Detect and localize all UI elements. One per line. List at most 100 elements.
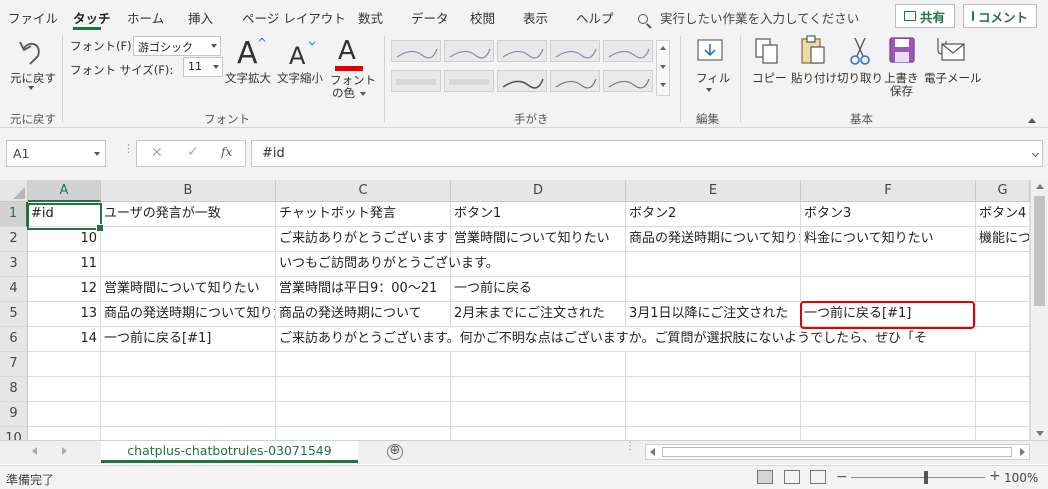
pen-4[interactable] bbox=[550, 40, 600, 62]
add-sheet-icon[interactable]: ⊕ bbox=[387, 444, 403, 460]
row-header-4[interactable]: 4 bbox=[0, 277, 28, 302]
row-header-6[interactable]: 6 bbox=[0, 327, 28, 352]
tab-insert[interactable]: 挿入 bbox=[188, 8, 213, 27]
empty-cell[interactable] bbox=[451, 402, 626, 427]
undo-button[interactable]: 元に戻す bbox=[4, 34, 56, 96]
highlighter-1[interactable] bbox=[391, 70, 441, 92]
empty-cell[interactable] bbox=[276, 352, 451, 377]
pen-8[interactable] bbox=[603, 70, 653, 92]
shrink-font-button[interactable]: A ^ 文字縮小 bbox=[277, 33, 327, 96]
pen-1[interactable] bbox=[391, 40, 441, 62]
empty-cell[interactable] bbox=[626, 402, 801, 427]
cell-a2[interactable]: 10 bbox=[28, 227, 101, 252]
cell-a3[interactable]: 11 bbox=[28, 252, 101, 277]
page-layout-view-icon[interactable] bbox=[784, 470, 800, 484]
cell-c6[interactable]: ご来訪ありがとうございます。何かご不明な点はございますか。ご質問が選択肢にないよ… bbox=[276, 327, 1030, 352]
row-header-8[interactable]: 8 bbox=[0, 377, 28, 402]
empty-cell[interactable] bbox=[101, 352, 276, 377]
tab-page-layout[interactable]: ページ レイアウト bbox=[242, 8, 346, 27]
cell-c2[interactable]: ご来訪ありがとうございます bbox=[276, 227, 451, 252]
scroll-down-icon[interactable] bbox=[1036, 431, 1044, 436]
column-header-g[interactable]: G bbox=[976, 180, 1030, 202]
cell-g2[interactable]: 機能について bbox=[976, 227, 1030, 252]
pen-3[interactable] bbox=[497, 40, 547, 62]
paste-button[interactable]: 貼り付け bbox=[789, 35, 837, 98]
tab-data[interactable]: データ bbox=[411, 8, 449, 27]
empty-cell[interactable] bbox=[801, 352, 976, 377]
share-button[interactable]: 共有 bbox=[895, 4, 955, 28]
empty-cell[interactable] bbox=[976, 377, 1030, 402]
tell-me-box[interactable]: 実行したい作業を入力してください bbox=[638, 8, 859, 27]
zoom-level[interactable]: 100% bbox=[1004, 471, 1038, 485]
row-header-5[interactable]: 5 bbox=[0, 302, 28, 327]
zoom-in-button[interactable]: + bbox=[989, 468, 1001, 484]
expand-formula-icon[interactable] bbox=[1031, 149, 1040, 158]
cell-a5[interactable]: 13 bbox=[28, 302, 101, 327]
comment-button[interactable]: コメント bbox=[963, 4, 1037, 28]
empty-cell[interactable] bbox=[976, 352, 1030, 377]
empty-cell[interactable] bbox=[451, 427, 626, 440]
empty-cell[interactable] bbox=[976, 427, 1030, 440]
font-color-button[interactable]: A フォント の色 bbox=[330, 34, 376, 104]
empty-cell[interactable] bbox=[28, 377, 101, 402]
cell-b6[interactable]: 一つ前に戻る[#1] bbox=[101, 327, 276, 352]
empty-cell[interactable] bbox=[801, 402, 976, 427]
row-header-2[interactable]: 2 bbox=[0, 227, 28, 252]
row-header-3[interactable]: 3 bbox=[0, 252, 28, 277]
cell-c5[interactable]: 商品の発送時期について bbox=[276, 302, 451, 327]
cancel-icon[interactable]: ✕ bbox=[151, 145, 163, 161]
cell-g4[interactable] bbox=[976, 277, 1030, 302]
cell-b4[interactable]: 営業時間について知りたい bbox=[101, 277, 276, 302]
cell-b1[interactable]: ユーザの発言が一致 bbox=[101, 202, 276, 227]
cell-e5[interactable]: 3月1日以降にご注文された bbox=[626, 302, 801, 327]
empty-cell[interactable] bbox=[101, 402, 276, 427]
save-button[interactable]: 上書き 保存 bbox=[882, 36, 922, 102]
cell-d2[interactable]: 営業時間について知りたい bbox=[451, 227, 626, 252]
tab-home[interactable]: ホーム bbox=[127, 8, 164, 27]
tab-formulas[interactable]: 数式 bbox=[358, 8, 383, 27]
fill-button[interactable]: フィル bbox=[690, 36, 730, 98]
cell-e3[interactable] bbox=[626, 252, 801, 277]
tab-help[interactable]: ヘルプ bbox=[576, 8, 614, 27]
empty-cell[interactable] bbox=[28, 352, 101, 377]
select-all-button[interactable] bbox=[0, 180, 28, 202]
zoom-slider[interactable] bbox=[851, 477, 985, 478]
empty-cell[interactable] bbox=[276, 427, 451, 440]
spreadsheet-grid[interactable]: A B C D E F G 1 2 3 4 5 6 7 8 9 10 #id ユ… bbox=[0, 180, 1048, 440]
empty-cell[interactable] bbox=[276, 402, 451, 427]
cell-c4[interactable]: 営業時間は平日9：00～21 bbox=[276, 277, 451, 302]
cell-f3[interactable] bbox=[801, 252, 976, 277]
tab-view[interactable]: 表示 bbox=[523, 8, 548, 27]
scroll-right-icon[interactable] bbox=[1020, 448, 1025, 456]
formula-input[interactable]: #id bbox=[251, 140, 1043, 167]
splitter-handle-icon[interactable]: ⋮ bbox=[625, 442, 635, 452]
cell-e4[interactable] bbox=[626, 277, 801, 302]
column-header-c[interactable]: C bbox=[276, 180, 451, 202]
empty-cell[interactable] bbox=[451, 377, 626, 402]
row-header-7[interactable]: 7 bbox=[0, 352, 28, 377]
tab-touch[interactable]: タッチ bbox=[73, 8, 111, 27]
cell-b2[interactable] bbox=[101, 227, 276, 252]
horizontal-scrollbar[interactable] bbox=[645, 444, 1030, 460]
empty-cell[interactable] bbox=[801, 427, 976, 440]
cell-g1[interactable]: ボタン4 bbox=[976, 202, 1030, 227]
cell-g5[interactable] bbox=[976, 302, 1030, 327]
sheet-prev-icon[interactable] bbox=[32, 447, 37, 455]
cell-c1[interactable]: チャットボット発言 bbox=[276, 202, 451, 227]
cell-a6[interactable]: 14 bbox=[28, 327, 101, 352]
row-header-10[interactable]: 10 bbox=[0, 427, 28, 440]
name-box[interactable]: A1 bbox=[6, 140, 106, 167]
tab-file[interactable]: ファイル bbox=[8, 8, 58, 27]
column-header-f[interactable]: F bbox=[801, 180, 976, 202]
scroll-left-icon[interactable] bbox=[650, 448, 655, 456]
empty-cell[interactable] bbox=[626, 377, 801, 402]
column-header-b[interactable]: B bbox=[101, 180, 276, 202]
highlighter-2[interactable] bbox=[444, 70, 494, 92]
cell-c3[interactable]: いつもご訪問ありがとうございます。 bbox=[276, 252, 499, 277]
pen-6[interactable] bbox=[497, 70, 547, 92]
page-break-view-icon[interactable] bbox=[810, 470, 826, 484]
empty-cell[interactable] bbox=[276, 377, 451, 402]
pen-2[interactable] bbox=[444, 40, 494, 62]
normal-view-icon[interactable] bbox=[757, 470, 773, 484]
empty-cell[interactable] bbox=[28, 427, 101, 440]
